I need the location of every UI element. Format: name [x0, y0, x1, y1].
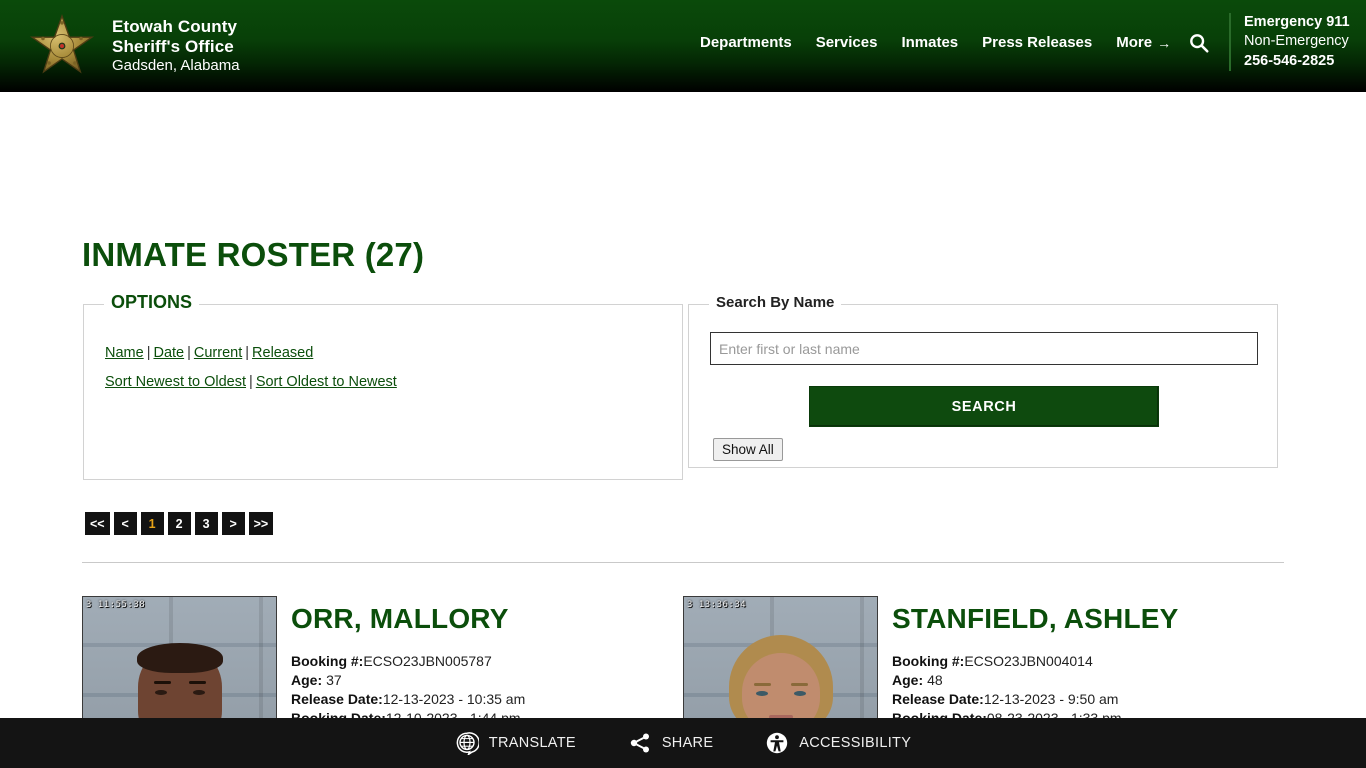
footer-share-label: SHARE	[661, 735, 714, 751]
subject-eye-left	[154, 690, 167, 695]
main-navigation: Departments Services Inmates Press Relea…	[700, 34, 1171, 51]
option-separator: |	[245, 345, 250, 361]
section-divider	[82, 562, 1284, 563]
search-legend: Search By Name	[709, 294, 842, 311]
page-title: INMATE ROSTER (27)	[82, 236, 425, 273]
emergency-911-text: Emergency 911	[1244, 14, 1350, 30]
brand-line-1: Etowah County	[112, 17, 238, 37]
field-label-booking-number: Booking #:	[291, 653, 364, 670]
nav-item-press-releases[interactable]: Press Releases	[982, 34, 1092, 51]
footer-share-button[interactable]: SHARE	[628, 731, 713, 755]
mugshot-timestamp: 3 13:36:34	[687, 600, 747, 610]
site-header: Etowah County Sheriff's Office Gadsden, …	[0, 0, 1366, 92]
field-label-age: Age:	[291, 672, 323, 689]
non-emergency-phone[interactable]: 256-546-2825	[1244, 52, 1350, 71]
field-label-booking-number: Booking #:	[892, 653, 965, 670]
subject-eye-left	[755, 691, 768, 696]
pagination-last[interactable]: >>	[248, 512, 274, 535]
share-icon	[628, 731, 652, 755]
brand-text: Etowah County Sheriff's Office Gadsden, …	[112, 17, 240, 75]
search-panel: Search By Name SEARCH Show All	[688, 294, 1278, 468]
field-booking-number: Booking #:ECSO23JBN005787	[291, 652, 683, 671]
option-link-sort-oldest-to-newest[interactable]: Sort Oldest to Newest	[256, 374, 397, 390]
options-legend: OPTIONS	[104, 292, 200, 313]
field-value-booking-number: ECSO23JBN004014	[964, 653, 1093, 670]
field-value-release-date: 12-13-2023 - 10:35 am	[382, 691, 526, 708]
footer-translate-label: TRANSLATE	[488, 735, 576, 751]
options-row-filters: Name | Date | Current | Released	[105, 339, 682, 368]
field-value-booking-number: ECSO23JBN005787	[363, 653, 492, 670]
non-emergency-label: Non-Emergency	[1244, 33, 1349, 50]
options-row-sorting: Sort Newest to Oldest | Sort Oldest to New…	[105, 368, 682, 397]
options-panel: OPTIONS Name | Date | Current | Released Sort …	[83, 292, 683, 480]
subject-brow-left	[753, 683, 771, 686]
pagination-next[interactable]: >	[221, 512, 245, 535]
sheriff-star-badge-icon	[28, 12, 96, 80]
search-input[interactable]	[710, 332, 1258, 365]
option-separator: |	[187, 345, 191, 361]
subject-brow-left	[153, 681, 171, 684]
nav-item-services[interactable]: Services	[816, 34, 878, 51]
option-separator: |	[249, 374, 253, 390]
field-age: Age: 48	[892, 671, 1284, 690]
pagination-page-1[interactable]: 1	[140, 512, 164, 535]
arrow-right-icon: →	[1157, 34, 1172, 51]
field-release-date: Release Date:12-13-2023 - 9:50 am	[892, 690, 1284, 709]
field-label-age: Age:	[892, 672, 924, 689]
option-link-sort-newest-to-oldest[interactable]: Sort Newest to Oldest	[105, 374, 246, 390]
field-booking-number: Booking #:ECSO23JBN004014	[892, 652, 1284, 671]
field-label-release-date: Release Date:	[291, 691, 383, 708]
option-link-date[interactable]: Date	[153, 345, 184, 361]
inmate-name: ORR, MALLORY	[291, 603, 509, 634]
option-separator: |	[146, 345, 151, 361]
option-link-name[interactable]: Name	[105, 345, 144, 361]
nav-item-departments[interactable]: Departments	[700, 34, 792, 51]
subject-brow-right	[188, 681, 206, 684]
field-age: Age: 37	[291, 671, 683, 690]
pagination-prev[interactable]: <	[113, 512, 137, 535]
field-value-release-date: 12-13-2023 - 9:50 am	[983, 691, 1119, 708]
subject-hair	[136, 643, 223, 673]
field-value-age: 37	[326, 672, 342, 689]
subject-brow-right	[790, 683, 808, 686]
pagination-page-3[interactable]: 3	[194, 512, 218, 535]
inmate-name: STANFIELD, ASHLEY	[892, 603, 1179, 634]
pagination: << < 1 2 3 > >>	[85, 512, 274, 535]
search-button[interactable]: SEARCH	[809, 386, 1159, 427]
brand-block[interactable]: Etowah County Sheriff's Office Gadsden, …	[28, 12, 240, 80]
nav-item-inmates[interactable]: Inmates	[901, 34, 958, 51]
pagination-first[interactable]: <<	[85, 512, 110, 535]
footer-translate-button[interactable]: TRANSLATE	[455, 731, 576, 757]
nav-item-more-label: More	[1116, 34, 1153, 51]
field-label-release-date: Release Date:	[892, 691, 984, 708]
brand-line-3: Gadsden, Alabama	[112, 57, 240, 75]
option-link-released[interactable]: Released	[252, 345, 313, 361]
nav-item-more[interactable]: More →	[1116, 34, 1171, 51]
site-footer: TRANSLATE SHARE ACCESSIBILITY	[0, 718, 1366, 768]
field-value-age: 48	[927, 672, 943, 689]
accessibility-icon	[765, 731, 789, 755]
emergency-contact-block: Emergency 911 Non-Emergency 256-546-2825	[1229, 13, 1350, 71]
footer-accessibility-button[interactable]: ACCESSIBILITY	[765, 731, 911, 755]
globe-icon	[455, 731, 480, 757]
pagination-page-2[interactable]: 2	[167, 512, 191, 535]
mugshot-timestamp: 3 11:55:38	[86, 600, 146, 610]
footer-accessibility-label: ACCESSIBILITY	[799, 735, 912, 751]
option-link-current[interactable]: Current	[194, 345, 242, 361]
brand-line-2: Sheriff's Office	[112, 37, 234, 57]
search-icon[interactable]	[1188, 32, 1210, 54]
show-all-button[interactable]: Show All	[713, 438, 783, 461]
subject-eye-right	[192, 690, 205, 695]
field-release-date: Release Date:12-13-2023 - 10:35 am	[291, 690, 683, 709]
subject-eye-right	[793, 691, 806, 696]
